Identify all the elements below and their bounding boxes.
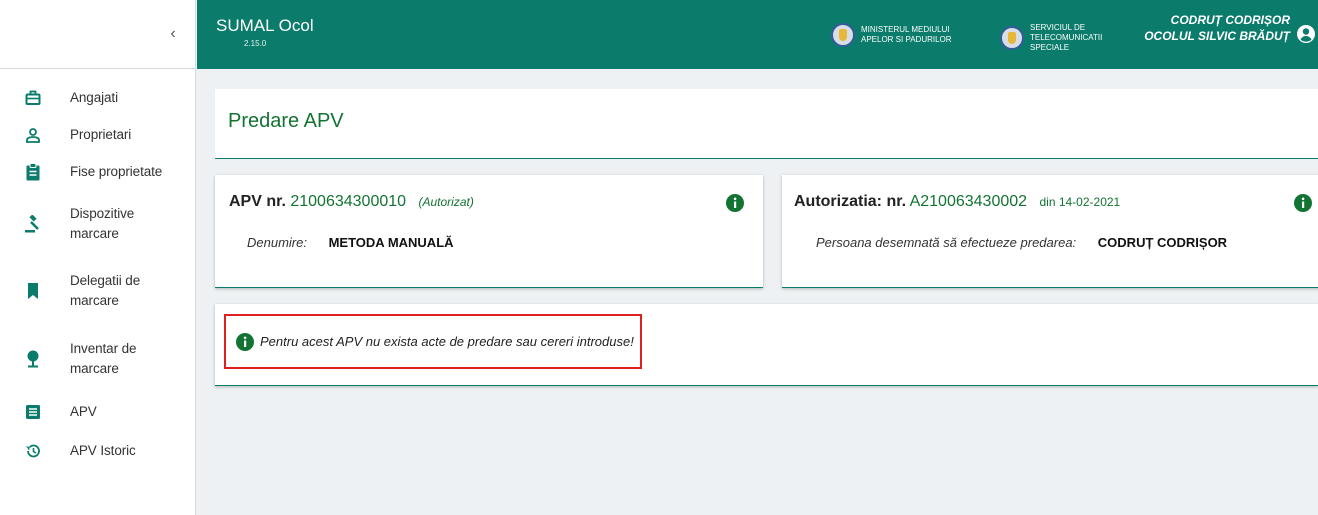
top-header: SUMAL Ocol 2.15.0 MINISTERUL MEDIULUI AP… (197, 0, 1318, 69)
service-name: SERVICIUL DE TELECOMUNICATII SPECIALE (1030, 23, 1103, 52)
sidebar: ‹ Angajati Proprietari Fise proprietate … (0, 0, 196, 515)
ministry-name: MINISTERUL MEDIULUI APELOR SI PADURILOR (861, 25, 952, 44)
sidebar-item-label: Inventar de marcare (70, 341, 137, 376)
document-icon (24, 403, 42, 421)
page-header: Predare APV (215, 89, 1318, 159)
page-title: Predare APV (228, 110, 344, 132)
collapse-sidebar-button[interactable]: ‹ (165, 26, 181, 42)
sidebar-item-label: Angajati (70, 90, 118, 105)
persoana-label: Persoana desemnată să efectueze predarea… (816, 235, 1077, 250)
denumire-row: Denumire: METODA MANUALĂ (247, 235, 454, 250)
autorizatie-card: Autorizatia: nr. A210063430002 din 14-02… (782, 175, 1318, 288)
tree-icon (24, 350, 42, 368)
apv-label: APV nr. (229, 193, 286, 210)
sidebar-item-label: APV Istoric (70, 443, 136, 458)
user-unit: OCOLUL SILVIC BRĂDUȚ (1144, 29, 1290, 43)
info-icon[interactable] (726, 194, 744, 212)
sidebar-header: ‹ (0, 0, 195, 69)
autorizatie-date: din 14-02-2021 (1039, 195, 1121, 209)
briefcase-icon (24, 89, 42, 107)
bookmark-icon (24, 282, 42, 300)
sidebar-item-delegatii-de-marcare[interactable]: Delegatii de marcare (0, 257, 195, 325)
app-title[interactable]: SUMAL Ocol (216, 16, 314, 36)
predare-list-panel: Pentru acest APV nu exista acte de preda… (215, 304, 1318, 386)
autorizatie-number: A210063430002 (909, 193, 1028, 210)
autorizatie-card-title: Autorizatia: nr. A210063430002 din 14-02… (794, 193, 1120, 211)
history-icon (24, 442, 42, 460)
empty-state-notice: Pentru acest APV nu exista acte de preda… (224, 314, 642, 369)
autorizatie-label: Autorizatia: nr. (794, 193, 907, 210)
ministry-seal-icon (831, 23, 855, 47)
apv-number: 2100634300010 (290, 193, 407, 210)
sidebar-item-label: Fise proprietate (70, 164, 163, 179)
denumire-label: Denumire: (247, 235, 307, 250)
apv-status: (Autorizat) (418, 195, 474, 209)
info-icon (236, 332, 254, 351)
person-icon (24, 126, 42, 144)
sidebar-item-proprietari[interactable]: Proprietari (0, 117, 195, 153)
sidebar-item-fise-proprietate[interactable]: Fise proprietate (0, 153, 195, 191)
sidebar-nav: Angajati Proprietari Fise proprietate Di… (0, 69, 195, 471)
ministry-block: MINISTERUL MEDIULUI APELOR SI PADURILOR (831, 23, 966, 47)
denumire-value: METODA MANUALĂ (328, 235, 454, 250)
notice-text: Pentru acest APV nu exista acte de preda… (260, 334, 634, 349)
persoana-value: CODRUȚ CODRIȘOR (1097, 235, 1228, 250)
service-block: SERVICIUL DE TELECOMUNICATII SPECIALE (1000, 23, 1135, 53)
sidebar-item-label: Proprietari (70, 127, 132, 142)
apv-card: APV nr. 2100634300010 (Autorizat) Denumi… (215, 175, 763, 288)
app-version: 2.15.0 (244, 39, 267, 48)
sidebar-item-apv-istoric[interactable]: APV Istoric (0, 431, 195, 471)
clipboard-icon (24, 163, 42, 181)
user-name: CODRUȚ CODRIȘOR (1170, 13, 1290, 27)
sidebar-item-inventar-de-marcare[interactable]: Inventar de marcare (0, 325, 195, 393)
user-info: CODRUȚ CODRIȘOR OCOLUL SILVIC BRĂDUȚ (1144, 12, 1290, 44)
sidebar-item-angajati[interactable]: Angajati (0, 79, 195, 117)
sidebar-item-label: APV (70, 404, 97, 419)
info-icon[interactable] (1294, 194, 1312, 212)
apv-card-title: APV nr. 2100634300010 (Autorizat) (229, 193, 474, 211)
gavel-icon (24, 215, 42, 233)
sidebar-item-label: Dispozitive marcare (70, 206, 135, 241)
sidebar-item-label: Delegatii de marcare (70, 273, 141, 308)
sidebar-item-dispozitive-marcare[interactable]: Dispozitive marcare (0, 191, 195, 257)
service-seal-icon (1000, 26, 1024, 50)
sidebar-item-apv[interactable]: APV (0, 393, 195, 431)
persoana-row: Persoana desemnată să efectueze predarea… (816, 235, 1227, 250)
account-circle-icon[interactable] (1296, 24, 1316, 44)
